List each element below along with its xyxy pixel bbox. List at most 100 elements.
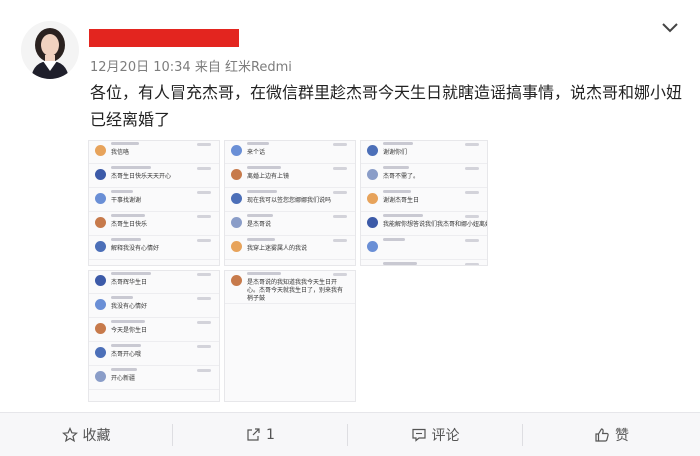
- chat-message: 来个话: [225, 141, 355, 164]
- thumbs-up-icon: [595, 427, 609, 442]
- chat-avatar: [367, 241, 378, 252]
- redacted-username: [89, 29, 239, 47]
- chat-avatar: [95, 193, 106, 204]
- chat-avatar: [95, 169, 106, 180]
- chat-message: 解释我没有心情好: [89, 237, 219, 260]
- avatar-photo: [21, 21, 79, 79]
- chat-sender-name: [111, 214, 145, 217]
- chat-avatar: [231, 275, 242, 286]
- chat-avatar: [231, 193, 242, 204]
- chat-avatar: [231, 241, 242, 252]
- author-avatar[interactable]: [21, 21, 79, 79]
- favorite-button[interactable]: 收藏: [0, 413, 172, 456]
- chevron-down-icon[interactable]: [658, 18, 682, 38]
- chat-message: 是杰哥说: [225, 213, 355, 236]
- chat-message: 杰哥生日快乐天天开心: [89, 165, 219, 188]
- like-button[interactable]: 赞: [523, 413, 700, 456]
- chat-sender-name: [111, 142, 139, 145]
- chat-sender-name: [247, 272, 281, 275]
- chat-sender-name: [111, 190, 133, 193]
- share-count: 1: [266, 426, 275, 443]
- chat-avatar: [367, 217, 378, 228]
- chat-message: 杰哥生日快乐: [89, 213, 219, 236]
- chat-sender-name: [383, 142, 413, 145]
- chat-message-text: 开心新疆: [111, 375, 136, 382]
- chat-message-text: 杰哥生日快乐: [111, 221, 148, 228]
- chat-message: 杰哥开心哦: [89, 343, 219, 366]
- chat-avatar: [367, 265, 378, 266]
- chat-timestamp: [465, 239, 479, 242]
- chat-avatar: [95, 145, 106, 156]
- chat-sender-name: [247, 190, 277, 193]
- chat-message-text: 我能解你想答说我们我杰哥和娜小妞离婚: [383, 221, 488, 228]
- chat-avatar: [95, 217, 106, 228]
- post-text: 各位，有人冒充杰哥，在微信群里趁杰哥今天生日就瞎造谣搞事情，说杰哥和娜小妞已经离…: [90, 83, 683, 129]
- chat-message: 杰哥不需了。: [361, 165, 487, 188]
- share-button[interactable]: 1: [173, 413, 347, 456]
- chat-message-text: 离婚上边有上镜: [247, 173, 290, 180]
- chat-timestamp: [197, 297, 211, 300]
- chat-message: 干事找谢谢: [89, 189, 219, 212]
- chat-avatar: [231, 169, 242, 180]
- chat-avatar: [367, 145, 378, 156]
- chat-sender-name: [247, 238, 275, 241]
- chat-timestamp: [197, 273, 211, 276]
- chat-message: 我没有心情好: [89, 295, 219, 318]
- chat-message-text: 我信咯: [111, 149, 130, 156]
- chat-message: 今天是你生日: [89, 319, 219, 342]
- chat-sender-name: [383, 166, 409, 169]
- screenshot-panel-b[interactable]: 杰哥辉华生日我没有心情好今天是你生日杰哥开心哦开心新疆: [88, 270, 220, 402]
- chat-message: 离婚上边有上镜: [225, 165, 355, 188]
- chat-message-text: 来个话: [247, 149, 266, 156]
- chat-avatar: [95, 371, 106, 382]
- chat-timestamp: [197, 345, 211, 348]
- chat-timestamp: [333, 239, 347, 242]
- chat-message: 谢谢杰哥生日: [361, 189, 487, 212]
- chat-message-text: 干事找谢谢: [111, 197, 142, 204]
- chat-timestamp: [465, 263, 479, 265]
- chat-sender-name: [383, 190, 411, 193]
- chat-timestamp: [465, 167, 479, 170]
- chat-message-text: 谢谢杰哥生日: [383, 197, 420, 204]
- chat-message-text: 现在我可以签您您娜娜我们说吗: [247, 197, 332, 204]
- chat-message-text: 今天是你生日: [111, 327, 148, 334]
- chat-avatar: [367, 193, 378, 204]
- chat-avatar: [231, 217, 242, 228]
- chat-sender-name: [111, 272, 151, 275]
- chat-sender-name: [247, 166, 281, 169]
- chat-timestamp: [197, 191, 211, 194]
- chat-message-text: 我穿上迷雾属人的我说: [247, 245, 308, 252]
- chat-sender-name: [111, 320, 145, 323]
- chat-message: 我穿上迷雾属人的我说: [225, 237, 355, 260]
- chat-message-text: 杰哥辉华生日: [111, 279, 148, 286]
- chat-sender-name: [247, 142, 269, 145]
- chat-message: 是杰说不行: [361, 261, 487, 266]
- screenshot-panel-c[interactable]: 来个话离婚上边有上镜现在我可以签您您娜娜我们说吗是杰哥说我穿上迷雾属人的我说: [224, 140, 356, 266]
- chat-message: [361, 237, 487, 260]
- comment-bubble-icon: [411, 428, 426, 442]
- chat-message: 现在我可以签您您娜娜我们说吗: [225, 189, 355, 212]
- screenshot-panel-a[interactable]: 我信咯杰哥生日快乐天天开心 干事找谢谢杰哥生日快乐解释我没有心情好: [88, 140, 220, 266]
- chat-timestamp: [197, 143, 211, 146]
- favorite-label: 收藏: [82, 427, 111, 444]
- chat-timestamp: [197, 369, 211, 372]
- chat-message: 我能解你想答说我们我杰哥和娜小妞离婚: [361, 213, 487, 236]
- chat-avatar: [231, 145, 242, 156]
- star-outline-icon: [61, 426, 78, 442]
- chat-timestamp: [333, 167, 347, 170]
- chat-sender-name: [383, 238, 405, 241]
- chat-avatar: [95, 275, 106, 286]
- screenshot-panel-d[interactable]: 是杰哥说的我知道我我今天生日开心。杰哥今天就我生日了，别来我有梢子鼓: [224, 270, 356, 402]
- chat-message: 是杰哥说的我知道我我今天生日开心。杰哥今天就我生日了，别来我有梢子鼓: [225, 271, 355, 304]
- comment-button[interactable]: 评论: [348, 413, 522, 456]
- chat-message-text: 杰哥不需了。: [383, 173, 420, 180]
- screenshot-grid[interactable]: 我信咯杰哥生日快乐天天开心 干事找谢谢杰哥生日快乐解释我没有心情好 来个话离婚上边…: [88, 140, 498, 402]
- chat-avatar: [95, 323, 106, 334]
- chat-sender-name: [383, 214, 423, 217]
- screenshot-panel-e[interactable]: 谢谢你们杰哥不需了。谢谢杰哥生日我能解你想答说我们我杰哥和娜小妞离婚是杰说不行: [360, 140, 488, 266]
- chat-message: 我信咯: [89, 141, 219, 164]
- chat-message-text: 杰哥生日快乐天天开心: [111, 173, 172, 180]
- chat-sender-name: [247, 214, 273, 217]
- chat-sender-name: [111, 166, 151, 169]
- chat-timestamp: [465, 191, 479, 194]
